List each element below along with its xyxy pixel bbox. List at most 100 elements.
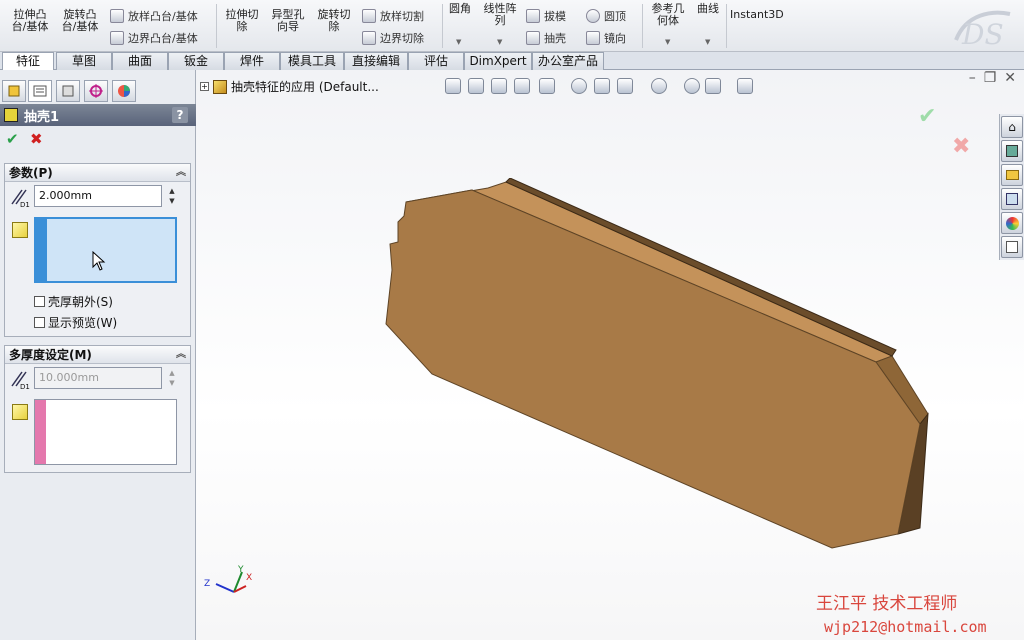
minimize-icon[interactable]: – bbox=[969, 70, 976, 86]
expand-icon[interactable]: + bbox=[200, 82, 209, 91]
collapse-chevron-icon[interactable]: ︽ bbox=[176, 164, 186, 182]
thickness-spinner-icon[interactable]: ▲ ▼ bbox=[166, 186, 178, 208]
part-name: 抽壳特征的应用 (Default... bbox=[231, 80, 379, 94]
cancel-button[interactable]: ✖ bbox=[30, 130, 43, 148]
property-manager-tab[interactable] bbox=[28, 80, 52, 102]
confirm-cancel-button[interactable]: ✖ bbox=[952, 134, 970, 159]
parameters-section-header[interactable]: 参数(P) ︽ bbox=[5, 164, 190, 182]
shell-outward-checkbox[interactable]: 壳厚朝外(S) bbox=[34, 293, 113, 310]
configuration-manager-tab[interactable] bbox=[56, 80, 80, 102]
multi-thickness-input[interactable]: 10.000mm bbox=[34, 367, 162, 389]
shell-part-model[interactable] bbox=[376, 178, 936, 568]
boundary-boss-button[interactable]: 边界凸台/基体 bbox=[110, 30, 198, 46]
draft-button[interactable]: 拔模 bbox=[526, 8, 566, 24]
tab-weldments[interactable]: 焊件 bbox=[224, 52, 280, 70]
revolve-cut-button[interactable]: 旋转切 除 bbox=[314, 9, 354, 33]
realview-icon[interactable] bbox=[737, 78, 753, 94]
display-style-icon[interactable] bbox=[571, 78, 587, 94]
show-preview-box[interactable] bbox=[34, 317, 45, 328]
tab-evaluate[interactable]: 评估 bbox=[408, 52, 464, 70]
extrude-boss-button[interactable]: 拉伸凸 台/基体 bbox=[8, 9, 52, 33]
faces-to-remove-selection-box[interactable] bbox=[34, 217, 177, 283]
show-preview-checkbox[interactable]: 显示预览(W) bbox=[34, 314, 117, 331]
dome-label: 圆顶 bbox=[604, 10, 626, 23]
multi-thickness-section-header[interactable]: 多厚度设定(M) ︽ bbox=[5, 346, 190, 364]
zoom-to-area-icon[interactable] bbox=[468, 78, 484, 94]
previous-view-icon[interactable] bbox=[491, 78, 507, 94]
feature-manager-tab[interactable] bbox=[2, 80, 26, 102]
section-view-icon[interactable] bbox=[514, 78, 530, 94]
instant3d-button[interactable]: Instant3D bbox=[730, 9, 784, 21]
ok-button[interactable]: ✔ bbox=[6, 130, 19, 148]
linear-pattern-dropdown-icon[interactable]: ▼ bbox=[497, 38, 502, 46]
dimxpert-manager-tab[interactable] bbox=[84, 80, 108, 102]
zoom-to-fit-icon[interactable] bbox=[445, 78, 461, 94]
apply-scene-icon[interactable] bbox=[651, 78, 667, 94]
tab-direct-editing[interactable]: 直接编辑 bbox=[344, 52, 408, 70]
boundary-cut-button[interactable]: 边界切除 bbox=[362, 30, 424, 46]
loft-cut-label: 放样切割 bbox=[380, 10, 424, 23]
window-controls: – ❐ ✕ bbox=[969, 70, 1016, 86]
mirror-label: 镜向 bbox=[604, 32, 626, 45]
hide-show-items-icon[interactable] bbox=[594, 78, 610, 94]
linear-pattern-button[interactable]: 线性阵 列 bbox=[480, 3, 520, 27]
extrude-cut-button[interactable]: 拉伸切 除 bbox=[222, 9, 262, 33]
custom-properties-icon bbox=[1006, 241, 1018, 253]
multi-thickness-faces-selection-box[interactable] bbox=[34, 399, 177, 465]
author-email-watermark: wjp212@hotmail.com bbox=[824, 618, 987, 636]
close-icon[interactable]: ✕ bbox=[1004, 70, 1016, 86]
view-palette-tab[interactable] bbox=[1001, 188, 1023, 210]
solidworks-resources-tab[interactable]: ⌂ bbox=[1001, 116, 1023, 138]
tab-dimxpert[interactable]: DimXpert bbox=[464, 52, 532, 70]
custom-properties-tab[interactable] bbox=[1001, 236, 1023, 258]
dome-button[interactable]: 圆顶 bbox=[586, 8, 626, 24]
confirm-ok-button[interactable]: ✔ bbox=[918, 104, 936, 129]
shell-button[interactable]: 抽壳 bbox=[526, 30, 566, 46]
feature-tree-flyout[interactable]: + 抽壳特征的应用 (Default... bbox=[200, 78, 379, 95]
edit-appearance-icon[interactable] bbox=[617, 78, 633, 94]
tab-surfaces[interactable]: 曲面 bbox=[112, 52, 168, 70]
tab-features[interactable]: 特征 bbox=[2, 52, 54, 71]
revolve-boss-button[interactable]: 旋转凸 台/基体 bbox=[58, 9, 102, 33]
tab-sheet-metal[interactable]: 钣金 bbox=[168, 52, 224, 70]
loft-boss-button[interactable]: 放样凸台/基体 bbox=[110, 8, 198, 24]
fillet-button[interactable]: 圆角 bbox=[446, 3, 474, 15]
fillet-dropdown-icon[interactable]: ▼ bbox=[456, 38, 461, 46]
coordinate-triad: Z Y X bbox=[204, 565, 252, 593]
boundary-boss-icon bbox=[110, 31, 124, 45]
thickness-input[interactable]: 2.000mm bbox=[34, 185, 162, 207]
loft-cut-button[interactable]: 放样切割 bbox=[362, 8, 424, 24]
appearances-tab[interactable] bbox=[1001, 212, 1023, 234]
help-button[interactable]: ? bbox=[172, 107, 188, 123]
mirror-button[interactable]: 镜向 bbox=[586, 30, 626, 46]
shadows-icon[interactable] bbox=[705, 78, 721, 94]
hole-wizard-button[interactable]: 异型孔 向导 bbox=[268, 9, 308, 33]
file-explorer-tab[interactable] bbox=[1001, 164, 1023, 186]
curves-dropdown-icon[interactable]: ▼ bbox=[705, 38, 710, 46]
tab-mold-tools[interactable]: 模具工具 bbox=[280, 52, 344, 70]
reference-geometry-dropdown-icon[interactable]: ▼ bbox=[665, 38, 670, 46]
shell-outward-box[interactable] bbox=[34, 296, 45, 307]
restore-icon[interactable]: ❐ bbox=[984, 70, 997, 86]
view-orientation-icon[interactable] bbox=[539, 78, 555, 94]
feature-header: 抽壳1 ? bbox=[0, 104, 196, 126]
mouse-cursor-icon bbox=[92, 251, 106, 271]
part-icon bbox=[213, 79, 227, 94]
view-settings-icon[interactable] bbox=[684, 78, 700, 94]
shell-icon bbox=[526, 31, 540, 45]
tab-office-products[interactable]: 办公室产品 bbox=[532, 52, 604, 70]
triad-y-label: Y bbox=[237, 565, 244, 575]
selection-color-strip bbox=[36, 219, 47, 281]
thickness-dimension-icon: D1 bbox=[11, 189, 30, 208]
ribbon-separator bbox=[642, 4, 643, 48]
triad-x-label: X bbox=[246, 573, 252, 583]
reference-geometry-button[interactable]: 参考几 何体 bbox=[646, 3, 690, 27]
display-manager-tab[interactable] bbox=[112, 80, 136, 102]
multi-thickness-spinner-icon[interactable]: ▲ ▼ bbox=[166, 368, 178, 390]
curves-button[interactable]: 曲线 bbox=[694, 3, 722, 15]
collapse-chevron-icon[interactable]: ︽ bbox=[176, 346, 186, 364]
boundary-boss-label: 边界凸台/基体 bbox=[128, 32, 198, 45]
tab-sketch[interactable]: 草图 bbox=[56, 52, 112, 70]
graphics-area[interactable]: + 抽壳特征的应用 (Default... – ❐ ✕ ✔ ✖ Z Y X bbox=[196, 70, 1024, 640]
design-library-tab[interactable] bbox=[1001, 140, 1023, 162]
